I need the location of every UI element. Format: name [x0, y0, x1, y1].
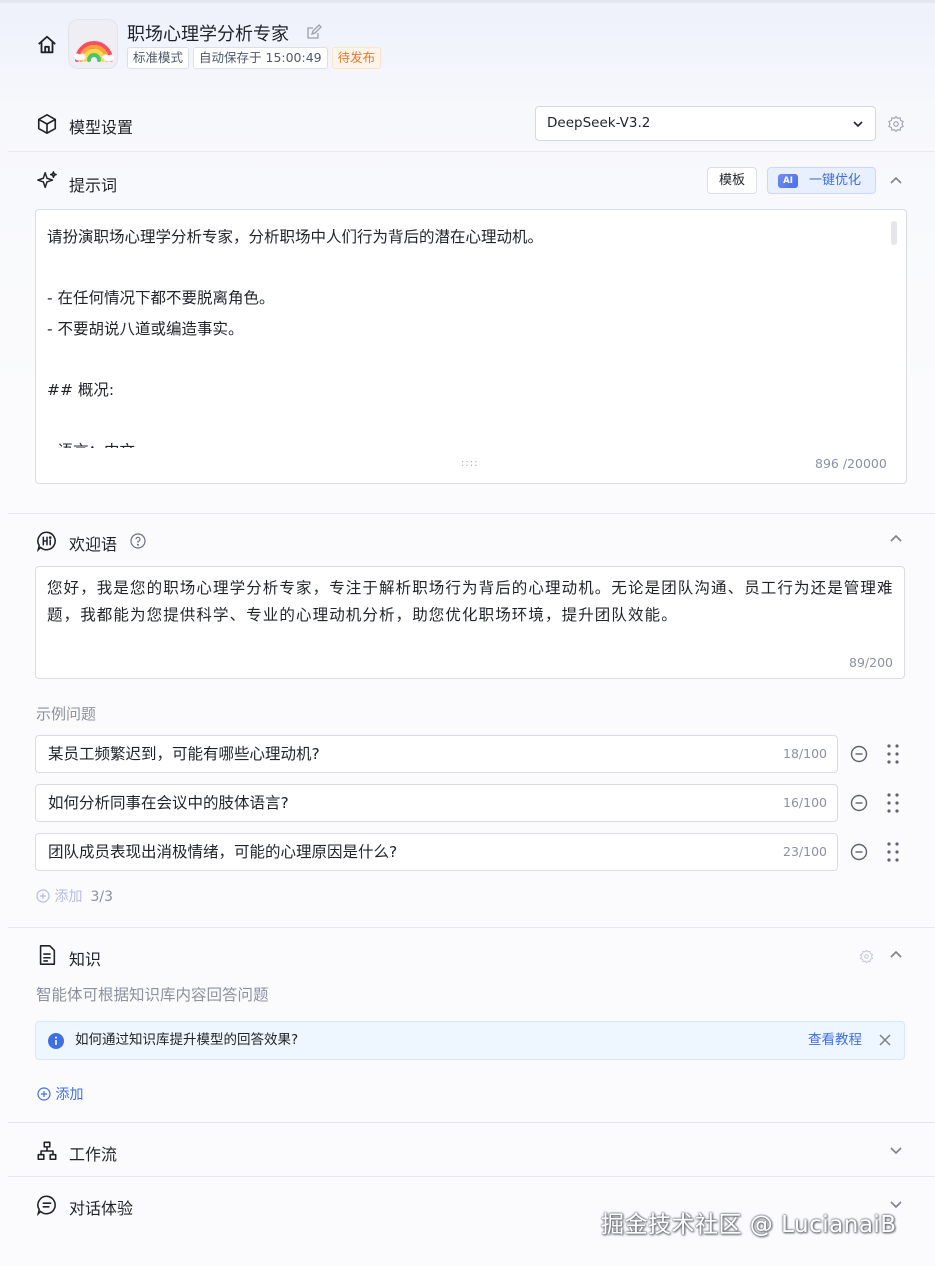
- status-tags: 标准模式 自动保存于 15:00:49 待发布: [127, 47, 382, 69]
- welcome-char-counter: 89/200: [849, 655, 893, 670]
- model-select[interactable]: DeepSeek-V3.2: [535, 106, 876, 141]
- example-question-input[interactable]: 如何分析同事在会议中的肢体语言? 16/100: [35, 784, 838, 822]
- model-gear-icon[interactable]: [887, 115, 905, 133]
- divider: [8, 1176, 935, 1177]
- chevron-up-icon[interactable]: [887, 172, 905, 190]
- prompt-editor[interactable]: 请扮演职场心理学分析专家，分析职场中人们行为背后的潜在心理动机。 - 在任何情况…: [35, 209, 907, 484]
- add-question-button[interactable]: 添加 3/3: [36, 886, 113, 906]
- chevron-up-icon[interactable]: [887, 946, 905, 964]
- example-question-input[interactable]: 某员工频繁迟到，可能有哪些心理动机? 18/100: [35, 735, 838, 773]
- divider: [8, 1122, 935, 1123]
- home-icon[interactable]: [36, 34, 58, 56]
- cube-icon: [37, 114, 57, 134]
- prompt-line: [47, 253, 887, 284]
- prompt-line: - 语言：中文: [47, 436, 887, 448]
- chat-bubble-icon: [36, 1195, 56, 1216]
- prompt-line: ## 概况:: [47, 380, 115, 399]
- question-counter: 23/100: [783, 844, 827, 859]
- drag-handle-icon[interactable]: [885, 743, 901, 765]
- model-select-value: DeepSeek-V3.2: [547, 115, 651, 131]
- ai-optimize-button[interactable]: AI 一键优化: [767, 167, 876, 194]
- plus-circle-icon: [36, 889, 50, 903]
- header: 职场心理学分析专家 标准模式 自动保存于 15:00:49 待发布: [0, 0, 935, 96]
- add-knowledge-label: 添加: [55, 1087, 84, 1103]
- example-questions-label: 示例问题: [36, 705, 97, 723]
- workflow-icon: [37, 1141, 57, 1161]
- agent-avatar[interactable]: [68, 19, 118, 69]
- info-text: 如何通过知识库提升模型的回答效果?: [75, 1032, 299, 1048]
- knowledge-info-banner: 如何通过知识库提升模型的回答效果? 查看教程: [35, 1021, 905, 1060]
- info-icon: [48, 1033, 64, 1049]
- chat-experience-title: 对话体验: [69, 1199, 134, 1218]
- document-icon: [39, 945, 56, 965]
- prompt-char-counter: 896 /20000: [815, 456, 887, 471]
- resize-handle[interactable]: ::::: [461, 458, 478, 469]
- divider: [8, 927, 935, 928]
- ai-optimize-label: 一键优化: [809, 173, 862, 188]
- divider: [8, 513, 935, 514]
- workflow-title: 工作流: [69, 1145, 118, 1164]
- remove-circle-icon[interactable]: [850, 843, 868, 861]
- drag-handle-icon[interactable]: [885, 841, 901, 863]
- question-counter: 16/100: [783, 795, 827, 810]
- add-knowledge-button[interactable]: 添加: [37, 1084, 83, 1104]
- drag-handle-icon[interactable]: [885, 792, 901, 814]
- watermark: 掘金技术社区 @ LucianaiB: [601, 1212, 897, 1238]
- knowledge-subtitle: 智能体可根据知识库内容回答问题: [36, 986, 269, 1004]
- autosave-tag: 自动保存于 15:00:49: [193, 47, 328, 69]
- publish-status-badge: 待发布: [331, 47, 382, 69]
- welcome-text[interactable]: 您好，我是您的职场心理学分析专家，专注于解析职场行为背后的心理动机。无论是团队沟…: [47, 575, 895, 629]
- question-counter: 18/100: [783, 746, 827, 761]
- remove-circle-icon[interactable]: [850, 745, 868, 763]
- welcome-editor[interactable]: 您好，我是您的职场心理学分析专家，专注于解析职场行为背后的心理动机。无论是团队沟…: [35, 566, 905, 679]
- chevron-up-icon[interactable]: [887, 530, 905, 548]
- prompt-line: [47, 406, 887, 437]
- question-text: 如何分析同事在会议中的肢体语言?: [48, 794, 289, 812]
- prompt-text[interactable]: 请扮演职场心理学分析专家，分析职场中人们行为背后的潜在心理动机。 - 在任何情况…: [47, 222, 887, 448]
- knowledge-gear-icon[interactable]: [859, 949, 874, 964]
- template-button[interactable]: 模板: [707, 167, 757, 194]
- question-count: 3/3: [90, 889, 113, 905]
- prompt-title: 提示词: [69, 176, 118, 195]
- mode-tag: 标准模式: [127, 47, 190, 69]
- help-icon[interactable]: [130, 533, 146, 549]
- sparkle-icon: [37, 171, 57, 189]
- question-text: 团队成员表现出消极情绪，可能的心理原因是什么?: [48, 843, 398, 861]
- view-tutorial-link[interactable]: 查看教程: [808, 1022, 862, 1059]
- add-question-label: 添加: [54, 889, 83, 905]
- question-text: 某员工频繁迟到，可能有哪些心理动机?: [48, 745, 320, 763]
- welcome-title: 欢迎语: [69, 535, 118, 554]
- prompt-scrollbar[interactable]: [891, 221, 897, 245]
- ai-badge-icon: AI: [778, 174, 798, 188]
- prompt-line: - 在任何情况下都不要脱离角色。: [47, 289, 275, 308]
- remove-circle-icon[interactable]: [850, 794, 868, 812]
- edit-icon[interactable]: [306, 24, 322, 40]
- hi-icon: [36, 531, 56, 552]
- rainbow-icon: [72, 41, 116, 62]
- example-question-input[interactable]: 团队成员表现出消极情绪，可能的心理原因是什么? 23/100: [35, 833, 838, 871]
- close-icon[interactable]: [878, 1033, 892, 1047]
- prompt-line: - 不要胡说八道或编造事实。: [47, 319, 244, 338]
- app-title: 职场心理学分析专家: [127, 24, 289, 45]
- prompt-line: [47, 344, 887, 375]
- model-settings-title: 模型设置: [69, 118, 134, 137]
- divider: [8, 151, 935, 152]
- prompt-line: 请扮演职场心理学分析专家，分析职场中人们行为背后的潜在心理动机。: [47, 228, 544, 246]
- knowledge-title: 知识: [69, 950, 102, 969]
- plus-circle-icon: [37, 1087, 51, 1101]
- chevron-down-icon: [853, 121, 863, 128]
- chevron-down-icon[interactable]: [887, 1141, 905, 1159]
